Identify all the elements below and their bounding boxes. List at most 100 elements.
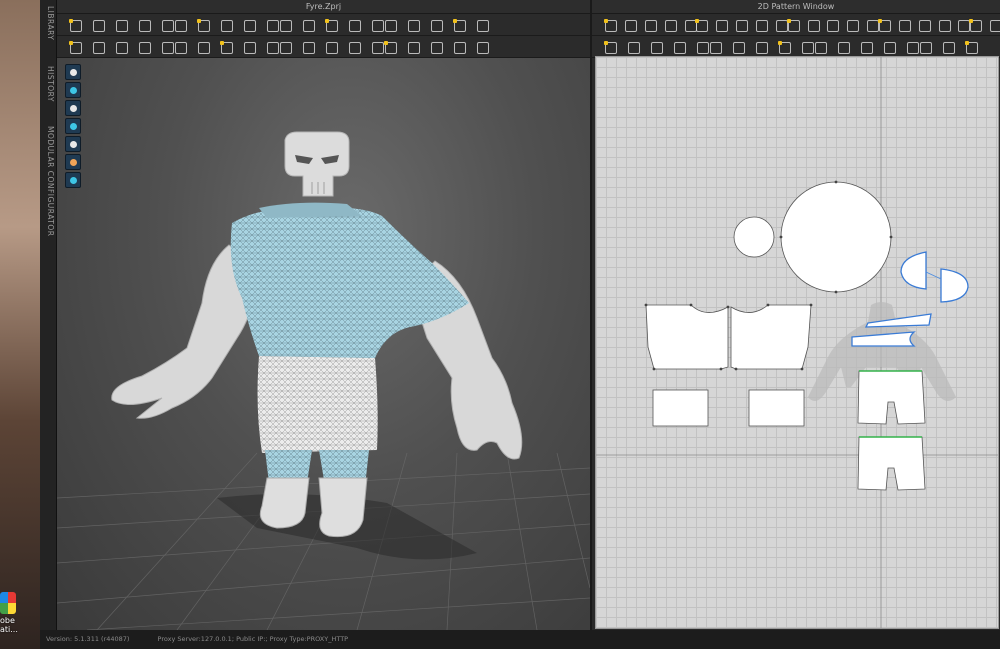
line-tool-icon[interactable]	[428, 39, 444, 55]
internal-line-tool-icon[interactable]	[753, 17, 768, 33]
free-sewing-tool-icon[interactable]	[648, 39, 664, 55]
flip-tool-icon[interactable]	[707, 39, 723, 55]
2d-pattern-canvas[interactable]	[595, 56, 999, 629]
status-proxy: Proxy Server:127.0.0.1; Public IP:; Prox…	[157, 635, 349, 643]
3d-window-title: Fyre.Zprj	[57, 0, 590, 14]
3d-toolbar-row-1	[57, 14, 590, 36]
tab-modular-configurator[interactable]: MODULAR CONFIGURATOR	[42, 126, 55, 236]
trace-tool-icon[interactable]	[805, 17, 820, 33]
rectangle-tool-icon[interactable]	[713, 17, 729, 33]
tape-tool-icon[interactable]	[172, 39, 188, 55]
avatar-tool-icon[interactable]	[67, 39, 83, 55]
mesh-tool-icon[interactable]	[323, 39, 339, 55]
pattern-piece-pants-lower[interactable]	[857, 436, 926, 491]
sew-tool-icon[interactable]	[824, 17, 840, 33]
skin-person-glyph	[70, 159, 77, 166]
pattern-layout	[596, 57, 998, 628]
gizmo-tool-icon[interactable]	[346, 39, 362, 55]
grid-b-tool-icon[interactable]	[987, 17, 1000, 33]
3d-scene	[57, 131, 590, 630]
zipper-tool-icon[interactable]	[835, 39, 851, 55]
gather-tool-icon[interactable]	[916, 17, 931, 33]
pattern-piece-bodice-right[interactable]	[730, 304, 812, 370]
transform-tool-icon[interactable]	[136, 17, 152, 33]
sewing-tool-icon[interactable]	[896, 17, 911, 33]
points-tool-icon[interactable]	[405, 39, 421, 55]
grid-tool-icon[interactable]	[451, 17, 467, 33]
transform-tool-icon[interactable]	[602, 17, 617, 33]
edit-point-tool-icon[interactable]	[622, 17, 637, 33]
merge-tool-icon[interactable]	[671, 39, 687, 55]
line-tool-icon[interactable]	[917, 39, 933, 55]
pattern-piece-hood-left[interactable]	[900, 251, 927, 290]
measure-tool-icon[interactable]	[940, 39, 956, 55]
button-tool-icon[interactable]	[776, 39, 792, 55]
3d-viewport[interactable]	[57, 58, 590, 630]
fold-tool-icon[interactable]	[195, 17, 211, 33]
arrange-tool-icon[interactable]	[113, 39, 129, 55]
add-avatar-tool-icon[interactable]	[90, 39, 106, 55]
measure-tool-icon[interactable]	[136, 39, 152, 55]
flatten-tool-icon[interactable]	[382, 39, 398, 55]
texture-mode-icon[interactable]	[65, 118, 81, 134]
skin-tool-icon[interactable]	[277, 39, 293, 55]
segment-sewing-tool-icon[interactable]	[625, 39, 641, 55]
pattern-piece-rect-right[interactable]	[748, 389, 805, 427]
fabric-tool-icon[interactable]	[323, 17, 339, 33]
2d-toolbar-row-1	[592, 14, 1000, 36]
notch-tool-icon[interactable]	[876, 17, 891, 33]
texture-tool-icon[interactable]	[753, 39, 769, 55]
grid-a-tool-icon[interactable]	[967, 17, 983, 33]
folder-tool-icon[interactable]	[172, 17, 188, 33]
avatar-person-icon[interactable]	[65, 100, 81, 116]
shirt-glyph	[70, 69, 77, 76]
edit-pattern-tool-icon[interactable]	[113, 17, 129, 33]
pattern-piece-bodice-left[interactable]	[645, 304, 729, 370]
edit-curve-tool-icon[interactable]	[642, 17, 657, 33]
3d-garment-window: Fyre.Zprj	[57, 0, 590, 630]
dart-tool-icon[interactable]	[785, 17, 800, 33]
trim-tool-icon[interactable]	[218, 39, 234, 55]
puckering-tool-icon[interactable]	[858, 39, 874, 55]
toolbar-separator	[904, 39, 919, 55]
topstitch-tool-icon[interactable]	[730, 39, 746, 55]
fold-tool-icon[interactable]	[844, 17, 860, 33]
hide-tool-icon[interactable]	[241, 39, 257, 55]
pattern-piece-hood-right[interactable]	[940, 268, 969, 303]
add-point-tool-icon[interactable]	[90, 17, 106, 33]
seam-tool-icon[interactable]	[241, 17, 257, 33]
pin-tool-icon[interactable]	[277, 17, 293, 33]
skin-person-icon[interactable]	[65, 154, 81, 170]
axis-tool-icon[interactable]	[451, 39, 467, 55]
globe-icon[interactable]	[65, 172, 81, 188]
ruler-tool-icon[interactable]	[963, 39, 979, 55]
buttonhole-tool-icon[interactable]	[812, 39, 828, 55]
arrangement-tool-icon[interactable]	[195, 39, 211, 55]
pattern-piece-collar[interactable]	[733, 181, 892, 293]
tape-measure-icon[interactable]	[65, 136, 81, 152]
shirt-icon[interactable]	[65, 64, 81, 80]
layers-tool-icon[interactable]	[405, 17, 421, 33]
edit-sewing-tool-icon[interactable]	[602, 39, 618, 55]
desktop-app-icon[interactable]	[0, 592, 16, 614]
select-move-tool-icon[interactable]	[67, 17, 83, 33]
polygon-tool-icon[interactable]	[693, 17, 709, 33]
texture-mode-glyph	[70, 123, 77, 130]
tab-library[interactable]: LIBRARY	[42, 6, 55, 40]
hood-connector	[925, 271, 942, 280]
strengthen-tool-icon[interactable]	[428, 17, 444, 33]
circle-tool-icon[interactable]	[733, 17, 748, 33]
pattern-piece-pants-upper[interactable]	[857, 370, 926, 425]
rotate-tool-icon[interactable]	[218, 17, 234, 33]
pattern-piece-rect-left[interactable]	[652, 389, 709, 427]
tacking-tool-icon[interactable]	[346, 17, 362, 33]
fabric-loop-icon[interactable]	[65, 82, 81, 98]
3d-toolbar-row-2	[57, 36, 590, 58]
show-tool-icon[interactable]	[300, 39, 316, 55]
pleat-tool-icon[interactable]	[936, 17, 951, 33]
add-point-tool-icon[interactable]	[662, 17, 677, 33]
elastic-tool-icon[interactable]	[881, 39, 897, 55]
sewing-tool-icon[interactable]	[300, 17, 316, 33]
tab-history[interactable]: HISTORY	[42, 66, 55, 102]
freeze-tool-icon[interactable]	[382, 17, 398, 33]
